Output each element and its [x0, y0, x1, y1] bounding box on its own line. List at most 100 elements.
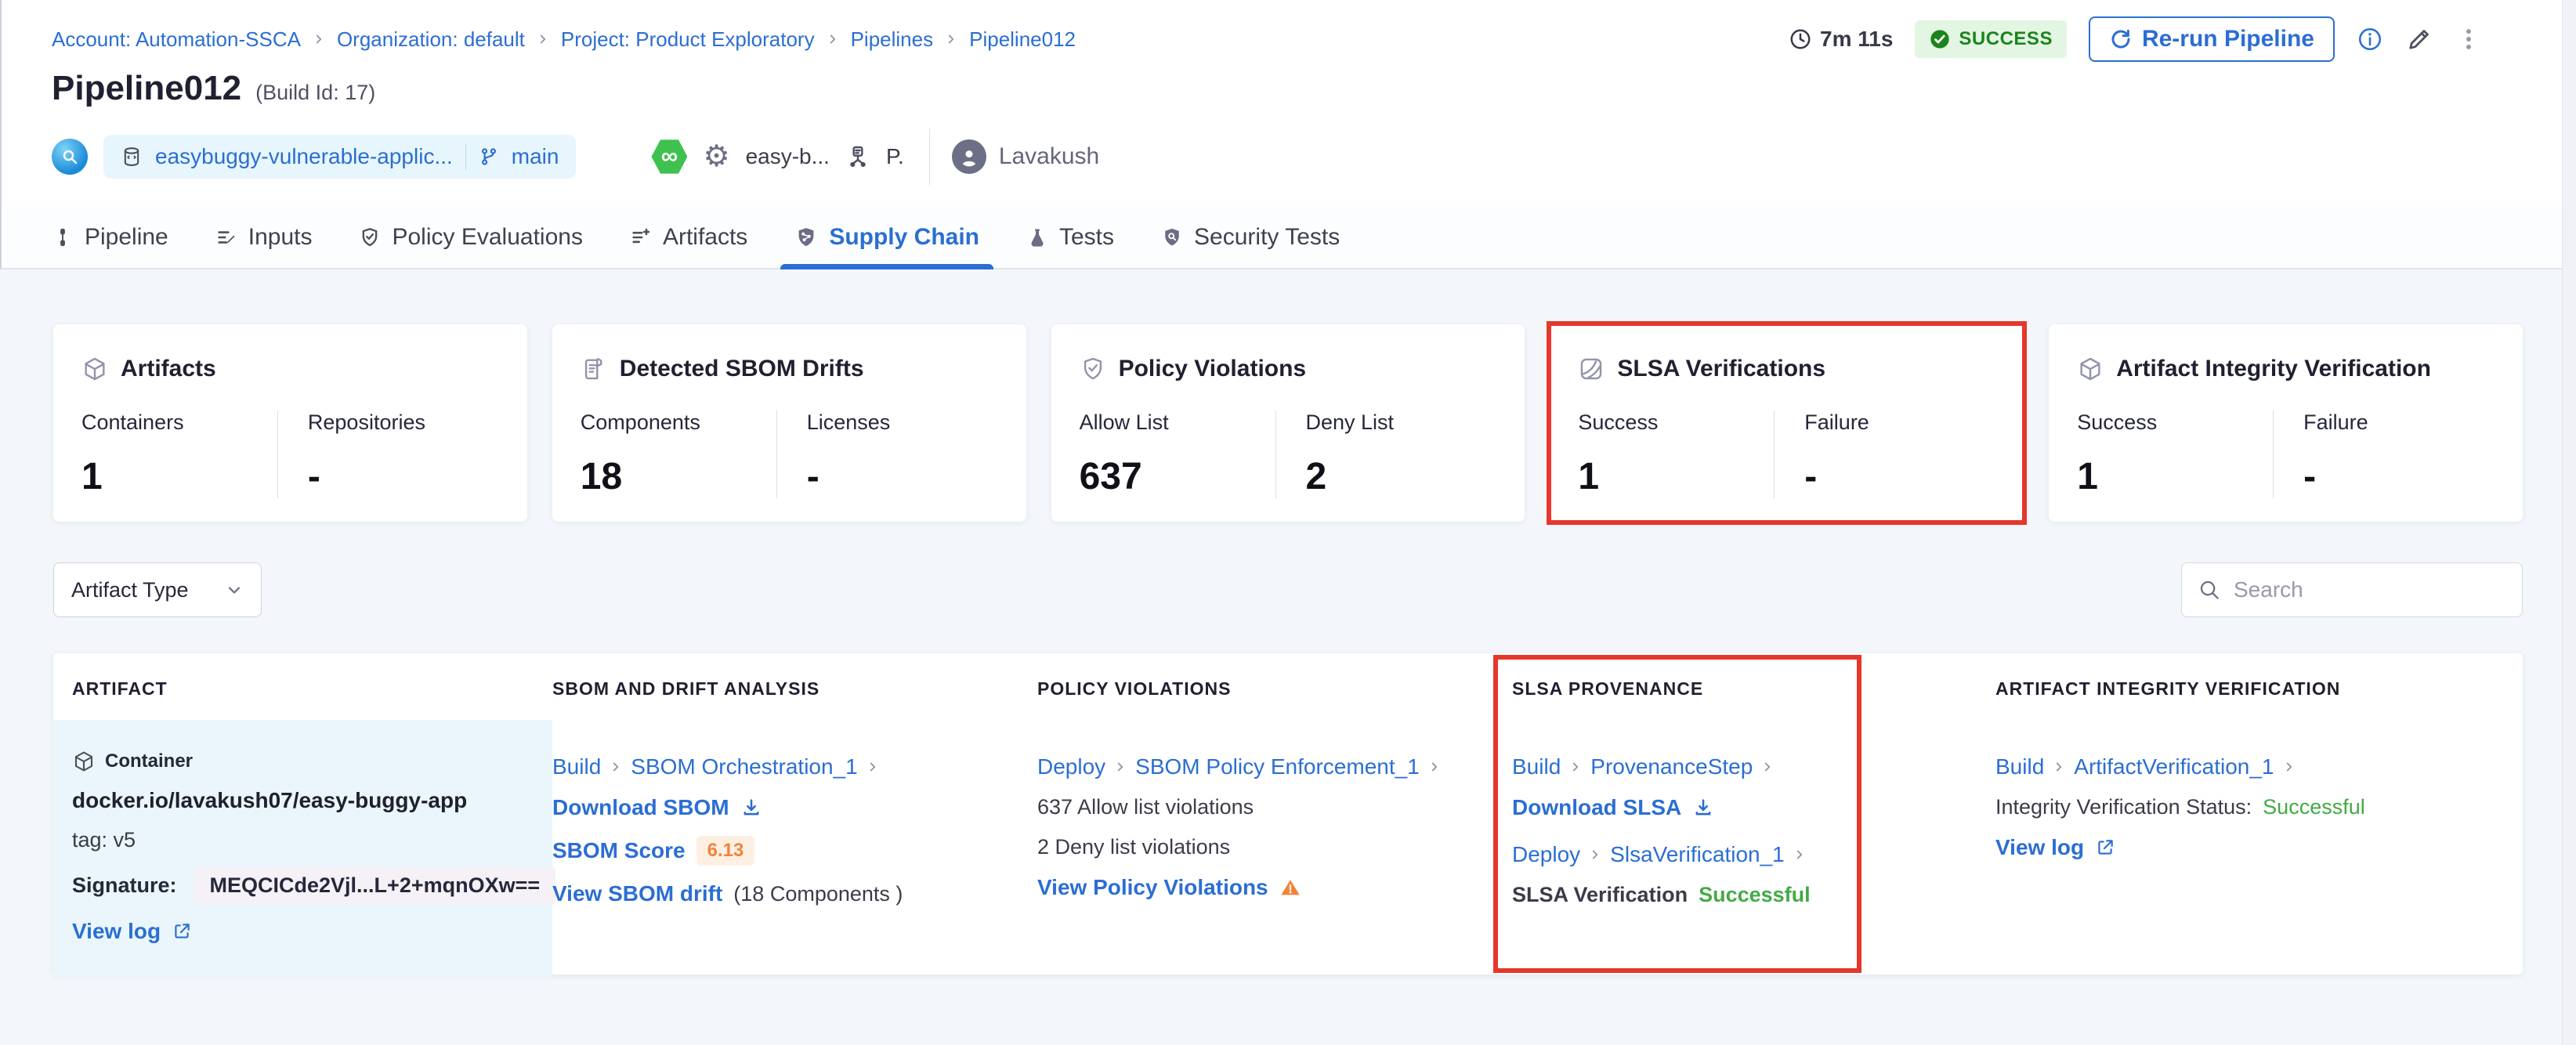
artifact-view-log-link[interactable]: View log: [72, 919, 161, 944]
stat-value: -: [307, 456, 320, 497]
stat-label: Allow List: [1079, 410, 1169, 434]
triggered-by-user: Lavakush: [951, 139, 1099, 174]
trigger-avatar-icon: [52, 139, 88, 175]
stat-components: Components 18: [581, 410, 776, 498]
download-slsa-link[interactable]: Download SLSA: [1512, 795, 1681, 820]
stat-slsa-failure: Failure -: [1774, 410, 2000, 498]
policy-cell: Deploy SBOM Policy Enforcement_1 637 All…: [1037, 720, 1512, 978]
chevron-right-icon: [1793, 848, 1807, 862]
stat-value: 2: [1305, 456, 1327, 497]
security-shield-icon: [1161, 226, 1183, 248]
view-policy-violations-link[interactable]: View Policy Violations: [1037, 875, 1268, 900]
external-link-icon: [2095, 837, 2115, 858]
artifact-type-label: Artifact Type: [71, 577, 189, 602]
integrity-view-log-link[interactable]: View log: [1995, 835, 2084, 860]
stat-value: -: [806, 456, 819, 497]
pipeline-icon: [52, 226, 74, 248]
status-badge: SUCCESS: [1915, 20, 2067, 58]
card-title: SLSA Verifications: [1617, 356, 1826, 381]
artifacts-list-icon: [630, 226, 652, 248]
flask-icon: [1026, 226, 1048, 248]
tab-label: Pipeline: [85, 224, 168, 250]
status-badge-label: SUCCESS: [1959, 28, 2053, 49]
chevron-down-icon: [225, 580, 244, 599]
card-title: Artifacts: [121, 356, 216, 381]
sbom-stage-link[interactable]: Build: [552, 754, 601, 779]
cube-icon: [2077, 356, 2104, 382]
container-cube-icon: [72, 750, 96, 773]
policy-step-link[interactable]: SBOM Policy Enforcement_1: [1135, 754, 1420, 779]
policy-stage-link[interactable]: Deploy: [1037, 754, 1105, 779]
sbom-step-link[interactable]: SBOM Orchestration_1: [631, 754, 857, 779]
artifact-type-dropdown[interactable]: Artifact Type: [53, 562, 262, 617]
page-header: Account: Automation-SSCA Organization: d…: [0, 0, 2576, 207]
tab-policy-evaluations[interactable]: Policy Evaluations: [359, 207, 583, 268]
breadcrumb-organization[interactable]: Organization: default: [337, 27, 525, 52]
column-header-slsa: SLSA PROVENANCE: [1512, 678, 1704, 699]
sbom-document-icon: [581, 356, 607, 382]
breadcrumb-pipelines[interactable]: Pipelines: [851, 27, 934, 52]
summary-cards: Artifacts Containers 1 Repositories - De…: [53, 321, 2523, 525]
repo-name-link[interactable]: easybuggy-vulnerable-applic...: [155, 144, 453, 169]
build-id: (Build Id: 17): [255, 81, 376, 104]
download-sbom-link[interactable]: Download SBOM: [552, 795, 729, 820]
card-title: Detected SBOM Drifts: [619, 356, 864, 381]
integrity-stage-link[interactable]: Build: [1995, 754, 2044, 779]
view-sbom-drift-link[interactable]: View SBOM drift: [552, 881, 722, 906]
breadcrumb-project[interactable]: Project: Product Exploratory: [561, 27, 815, 52]
tab-tests[interactable]: Tests: [1026, 207, 1114, 268]
service-name[interactable]: easy-b...: [746, 144, 830, 169]
search-box[interactable]: [2181, 562, 2523, 617]
slsa-cell: Build ProvenanceStep Download SLSA Deplo…: [1512, 720, 1995, 978]
slsa-status-value: Successful: [1699, 883, 1811, 906]
slsa-step2-link[interactable]: SlsaVerification_1: [1610, 842, 1785, 867]
tab-supply-chain[interactable]: Supply Chain: [780, 207, 993, 269]
pill-divider: [465, 143, 466, 170]
tab-label: Policy Evaluations: [392, 224, 583, 250]
slsa-stage1-link[interactable]: Build: [1512, 754, 1561, 779]
branch-name-link[interactable]: main: [512, 144, 559, 169]
kebab-menu-icon[interactable]: [2455, 26, 2482, 52]
breadcrumb-account[interactable]: Account: Automation-SSCA: [52, 27, 301, 52]
tab-label: Tests: [1059, 224, 1115, 250]
execution-context: ∞ ⚙ easy-b... P.: [651, 139, 904, 175]
tab-pipeline[interactable]: Pipeline: [52, 207, 168, 268]
artifact-type-badge: Container: [105, 750, 194, 772]
edit-pencil-icon[interactable]: [2405, 25, 2433, 53]
stat-value: 637: [1079, 456, 1142, 497]
rerun-pipeline-button[interactable]: Re-run Pipeline: [2088, 16, 2335, 62]
tab-label: Artifacts: [662, 224, 748, 250]
integrity-status-label: Integrity Verification Status:: [1995, 795, 2252, 819]
card-slsa-verifications: SLSA Verifications Success 1 Failure -: [1547, 321, 2028, 525]
stat-integrity-failure: Failure -: [2273, 410, 2499, 498]
refresh-icon: [2109, 27, 2133, 51]
tab-security-tests[interactable]: Security Tests: [1161, 207, 1340, 268]
user-avatar-icon: [951, 139, 986, 174]
run-duration-value: 7m 11s: [1820, 27, 1894, 51]
integrity-step-link[interactable]: ArtifactVerification_1: [2074, 754, 2274, 779]
run-duration: 7m 11s: [1789, 27, 1893, 52]
search-icon: [2198, 578, 2221, 602]
sbom-score-link[interactable]: SBOM Score: [552, 838, 686, 863]
stat-label: Licenses: [806, 410, 891, 434]
tab-inputs[interactable]: Inputs: [215, 207, 312, 268]
context-row: easybuggy-vulnerable-applic... main ∞ ⚙ …: [52, 128, 2482, 207]
stat-label: Components: [580, 410, 700, 434]
slsa-step1-link[interactable]: ProvenanceStep: [1590, 754, 1753, 779]
title-row: Pipeline012 (Build Id: 17): [52, 69, 2482, 108]
page-title: Pipeline012: [52, 69, 242, 107]
external-link-icon: [172, 921, 192, 942]
tab-artifacts[interactable]: Artifacts: [630, 207, 747, 268]
allow-list-violations: 637 Allow list violations: [1037, 795, 1254, 819]
environment-abbrev[interactable]: P.: [886, 144, 904, 169]
search-input[interactable]: [2234, 577, 2516, 602]
gear-icon: ⚙: [703, 140, 730, 173]
repo-pill[interactable]: easybuggy-vulnerable-applic... main: [103, 135, 577, 179]
scrollbar[interactable]: [2562, 0, 2576, 1045]
chevron-right-icon: [1427, 760, 1442, 774]
slsa-stage2-link[interactable]: Deploy: [1512, 842, 1580, 867]
signature-value[interactable]: MEQCICde2Vjl...L+2+mqnOXw==: [194, 867, 556, 904]
filter-row: Artifact Type: [53, 562, 2523, 617]
breadcrumb-pipeline012[interactable]: Pipeline012: [969, 27, 1076, 52]
info-icon[interactable]: [2357, 26, 2383, 52]
